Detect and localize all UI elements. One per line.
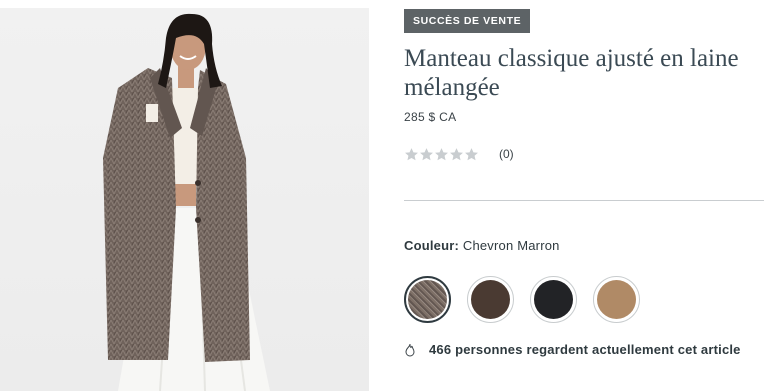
star-icon: [435, 147, 448, 160]
swatch-fill: [408, 280, 447, 319]
star-icon: [420, 147, 433, 160]
product-info: SUCCÈS DE VENTE Manteau classique ajusté…: [404, 0, 768, 391]
swatch-fill: [534, 280, 573, 319]
product-title: Manteau classique ajusté en laine mélang…: [404, 45, 739, 101]
color-swatches: [404, 276, 640, 323]
bestseller-badge: SUCCÈS DE VENTE: [404, 9, 531, 33]
swatch-fill: [471, 280, 510, 319]
flame-icon: [405, 343, 415, 356]
viewers-count-text: 466 personnes regardent actuellement cet…: [429, 342, 741, 357]
star-icon: [450, 147, 463, 160]
social-proof: 466 personnes regardent actuellement cet…: [404, 342, 741, 357]
star-icon: [405, 147, 418, 160]
product-price: 285 $ CA: [404, 110, 457, 124]
color-selection-label: Couleur: Chevron Marron: [404, 238, 560, 253]
divider: [404, 200, 764, 201]
rating[interactable]: (0): [404, 146, 514, 162]
color-label: Couleur:: [404, 238, 460, 253]
star-rating: [404, 147, 479, 162]
swatch-noir[interactable]: [530, 276, 577, 323]
model-illustration: [103, 13, 270, 391]
selected-color-name: Chevron Marron: [462, 238, 560, 253]
swatch-brun-fonce[interactable]: [467, 276, 514, 323]
product-image[interactable]: [0, 8, 369, 391]
swatch-chevron-marron[interactable]: [404, 276, 451, 323]
rating-count[interactable]: (0): [499, 147, 514, 161]
star-icon: [465, 147, 478, 160]
swatch-fill: [597, 280, 636, 319]
swatch-camel[interactable]: [593, 276, 640, 323]
